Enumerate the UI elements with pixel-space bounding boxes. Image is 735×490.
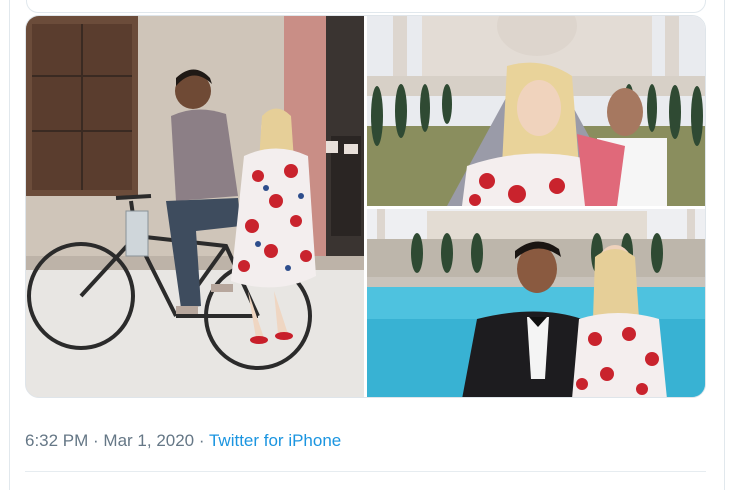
meta-separator: · [88, 431, 104, 450]
photo-bicycle-edit[interactable] [26, 16, 364, 397]
divider [25, 471, 706, 472]
taj-mahal-photo-image-1 [367, 16, 705, 206]
tweet-source-link[interactable]: Twitter for iPhone [209, 431, 341, 450]
media-grid [25, 15, 706, 398]
taj-mahal-photo-image-2 [367, 209, 705, 397]
meta-separator: · [194, 431, 209, 450]
photo-taj-mahal-edit-2[interactable] [367, 209, 705, 397]
tweet-timestamp-row: 6:32 PM · Mar 1, 2020 · Twitter for iPho… [25, 430, 341, 452]
photo-taj-mahal-edit-1[interactable] [367, 16, 705, 206]
tweet-date[interactable]: Mar 1, 2020 [103, 431, 194, 450]
tweet-time[interactable]: 6:32 PM [25, 431, 88, 450]
bicycle-photo-image [26, 16, 364, 397]
quoted-tweet-edge[interactable] [26, 0, 706, 13]
